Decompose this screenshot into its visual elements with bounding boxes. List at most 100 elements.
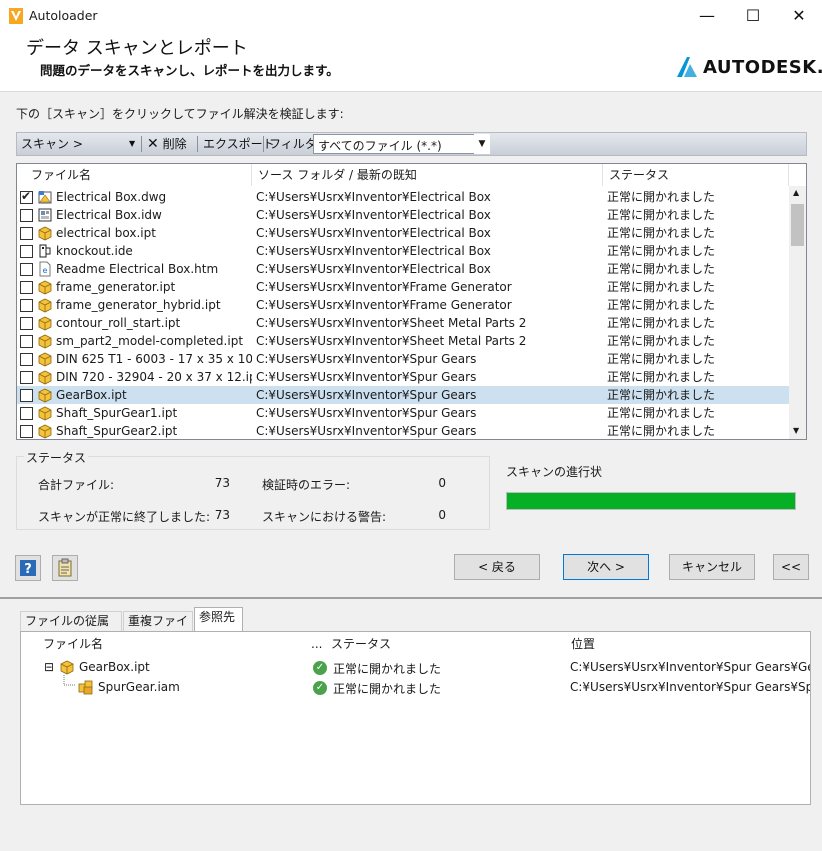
clipboard-button[interactable]: [52, 555, 78, 581]
column-header-status[interactable]: ステータス: [603, 164, 789, 186]
file-status: 正常に開かれました: [607, 298, 716, 312]
file-checkbox[interactable]: [20, 425, 33, 438]
ide-icon: [39, 244, 51, 258]
reference-location: C:¥Users¥Usrx¥Inventor¥Spur Gears¥SpurGe…: [570, 680, 810, 694]
idw-icon: [38, 208, 52, 222]
reference-filename: SpurGear.iam: [98, 680, 180, 694]
filter-value: すべてのファイル (*.*): [318, 139, 442, 153]
file-row[interactable]: Electrical Box.idw C:¥Users¥Usrx¥Inventor…: [17, 206, 790, 224]
ref-column-more[interactable]: ...: [307, 632, 327, 656]
help-button[interactable]: ?: [15, 555, 41, 581]
file-row[interactable]: frame_generator_hybrid.ipt C:¥Users¥Usrx¥…: [17, 296, 790, 314]
ref-column-status[interactable]: ステータス: [327, 632, 567, 656]
reference-row[interactable]: ⊟ GearBox.ipt ✓ 正常に開かれました C:¥Users¥Usrx¥…: [21, 657, 810, 677]
reference-status: 正常に開かれました: [333, 682, 442, 696]
scroll-up-icon[interactable]: ▲: [793, 188, 799, 197]
file-row[interactable]: Shaft_SpurGear2.ipt C:¥Users¥Usrx¥Invento…: [17, 422, 790, 439]
file-status: 正常に開かれました: [607, 352, 716, 366]
file-row[interactable]: knockout.ide C:¥Users¥Usrx¥Inventor¥Elect…: [17, 242, 790, 260]
next-button[interactable]: 次へ >: [563, 554, 649, 580]
tab-duplicate-files[interactable]: 重複ファイル: [123, 611, 193, 647]
back-button[interactable]: < 戻る: [454, 554, 540, 580]
scroll-down-icon[interactable]: ▼: [793, 426, 799, 435]
column-header-folder[interactable]: ソース フォルダ / 最新の既知: [252, 164, 603, 186]
panel-splitter[interactable]: [0, 597, 822, 599]
part-icon: [38, 370, 52, 385]
ref-column-location[interactable]: 位置: [567, 632, 810, 656]
tab-file-dependencies[interactable]: ファイルの従属関係: [20, 611, 122, 647]
file-row[interactable]: DIN 625 T1 - 6003 - 17 x 35 x 10.ipt C:¥U…: [17, 350, 790, 368]
file-checkbox[interactable]: [20, 371, 33, 384]
reference-filename: GearBox.ipt: [79, 660, 150, 674]
close-button[interactable]: ✕: [776, 0, 822, 32]
file-row[interactable]: DIN 720 - 32904 - 20 x 37 x 12.ipt C:¥Use…: [17, 368, 790, 386]
status-group-title: ステータス: [24, 449, 89, 466]
file-checkbox[interactable]: [20, 227, 33, 240]
file-row[interactable]: frame_generator.ipt C:¥Users¥Usrx¥Invento…: [17, 278, 790, 296]
part-icon: [38, 388, 52, 403]
file-name: Shaft_SpurGear1.ipt: [56, 406, 178, 420]
file-row[interactable]: Shaft_SpurGear1.ipt C:¥Users¥Usrx¥Invento…: [17, 404, 790, 422]
file-checkbox[interactable]: [20, 263, 33, 276]
filter-dropdown-icon[interactable]: ▼: [474, 134, 490, 154]
column-header-filename[interactable]: ファイル名: [25, 164, 252, 186]
scan-progress-fill: [507, 493, 795, 509]
file-checkbox[interactable]: [20, 299, 33, 312]
file-status: 正常に開かれました: [607, 190, 716, 204]
file-checkbox[interactable]: [20, 353, 33, 366]
window-title: Autoloader: [29, 8, 98, 23]
part-icon: [60, 660, 74, 675]
ref-column-filename[interactable]: ファイル名: [39, 632, 307, 656]
file-checkbox[interactable]: [20, 189, 33, 204]
scrollbar-thumb[interactable]: [791, 204, 804, 246]
file-checkbox[interactable]: [20, 389, 33, 402]
minimize-button[interactable]: —: [684, 0, 730, 32]
file-checkbox[interactable]: [20, 245, 33, 258]
clipboard-icon: [58, 558, 72, 577]
file-checkbox[interactable]: [20, 281, 33, 294]
autoloader-logo-icon: [9, 8, 23, 24]
file-status: 正常に開かれました: [607, 262, 716, 276]
reference-status: 正常に開かれました: [333, 662, 442, 676]
file-source-folder: C:¥Users¥Usrx¥Inventor¥Spur Gears: [256, 424, 477, 438]
collapse-tree-icon[interactable]: ⊟: [44, 660, 54, 674]
verify-errors-label: 検証時のエラー:: [262, 478, 351, 492]
file-checkbox[interactable]: [20, 317, 33, 330]
filter-select[interactable]: すべてのファイル (*.*): [313, 134, 488, 154]
part-icon: [38, 424, 52, 439]
file-row[interactable]: sm_part2_model-completed.ipt C:¥Users¥Usr…: [17, 332, 790, 350]
file-row[interactable]: e Readme Electrical Box.htm C:¥Users¥Usrx¥…: [17, 260, 790, 278]
cancel-button[interactable]: キャンセル: [669, 554, 755, 580]
file-name: frame_generator_hybrid.ipt: [56, 298, 221, 312]
wizard-header: データ スキャンとレポート 問題のデータをスキャンし、レポートを出力します。 A…: [0, 32, 822, 92]
delete-button[interactable]: ✕ 削除: [147, 133, 195, 155]
file-list[interactable]: ファイル名 ソース フォルダ / 最新の既知 ステータス Electrical …: [16, 163, 807, 440]
part-icon: [38, 352, 52, 367]
reference-row[interactable]: SpurGear.iam ✓ 正常に開かれました C:¥Users¥Usrx¥I…: [21, 675, 810, 697]
tab-references[interactable]: 参照先: [194, 607, 243, 632]
file-status: 正常に開かれました: [607, 424, 716, 438]
scan-warnings-value: 0: [438, 508, 446, 522]
file-name: frame_generator.ipt: [56, 280, 176, 294]
scan-dropdown[interactable]: スキャン > ▼: [21, 133, 139, 155]
maximize-button[interactable]: ☐: [730, 0, 776, 32]
file-name: knockout.ide: [56, 244, 133, 258]
file-status: 正常に開かれました: [607, 406, 716, 420]
progress-label: スキャンの進行状: [506, 465, 603, 479]
collapse-button[interactable]: <<: [773, 554, 809, 580]
file-source-folder: C:¥Users¥Usrx¥Inventor¥Electrical Box: [256, 262, 491, 276]
file-row[interactable]: electrical box.ipt C:¥Users¥Usrx¥Inventor…: [17, 224, 790, 242]
file-row[interactable]: Electrical Box.dwg C:¥Users¥Usrx¥Inventor…: [17, 188, 790, 206]
file-checkbox[interactable]: [20, 335, 33, 348]
file-checkbox[interactable]: [20, 407, 33, 420]
part-icon: [38, 298, 52, 313]
file-source-folder: C:¥Users¥Usrx¥Inventor¥Electrical Box: [256, 208, 491, 222]
file-name: sm_part2_model-completed.ipt: [56, 334, 244, 348]
reference-location: C:¥Users¥Usrx¥Inventor¥Spur Gears¥GearBo…: [570, 660, 810, 674]
svg-text:?: ?: [24, 562, 32, 577]
file-source-folder: C:¥Users¥Usrx¥Inventor¥Spur Gears: [256, 352, 477, 366]
file-checkbox[interactable]: [20, 209, 33, 222]
file-row[interactable]: GearBox.ipt C:¥Users¥Usrx¥Inventor¥Spur G…: [17, 386, 790, 404]
file-row[interactable]: contour_roll_start.ipt C:¥Users¥Usrx¥Inve…: [17, 314, 790, 332]
file-source-folder: C:¥Users¥Usrx¥Inventor¥Electrical Box: [256, 226, 491, 240]
